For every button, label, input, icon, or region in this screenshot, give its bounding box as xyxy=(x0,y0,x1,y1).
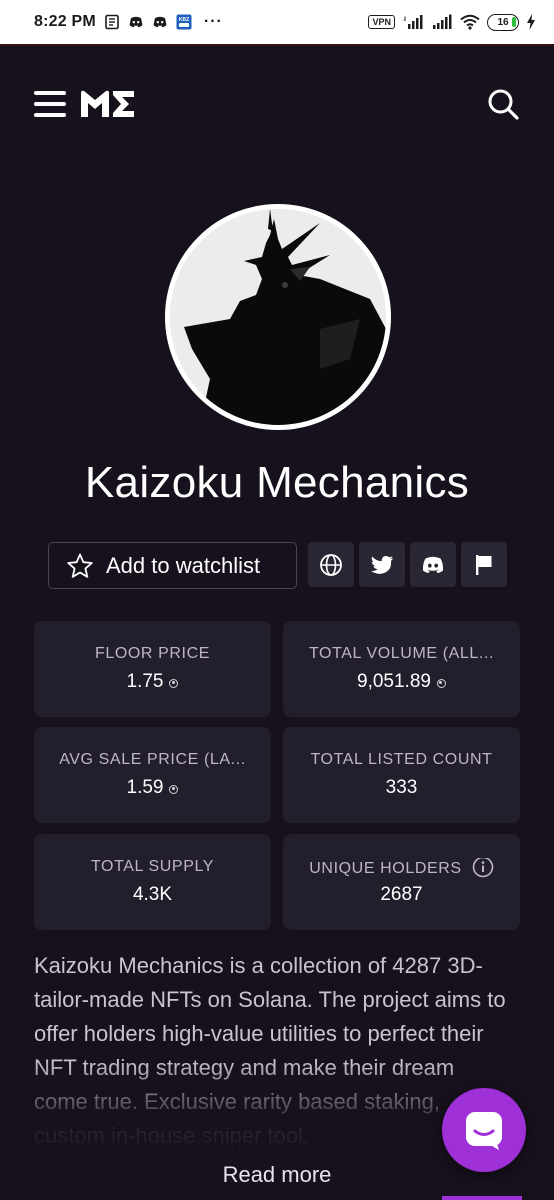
signal-icon xyxy=(431,14,453,30)
battery-level: 16 xyxy=(497,16,509,28)
stat-card-total-listed-count: TOTAL LISTED COUNT 333 xyxy=(283,727,520,823)
watchlist-label: Add to watchlist xyxy=(106,552,261,578)
globe-icon xyxy=(320,553,342,576)
stat-card-avg-sale-price: AVG SALE PRICE (LA... 1.59 xyxy=(34,727,271,823)
stat-label: FLOOR PRICE xyxy=(94,645,211,662)
stat-value: 9,051.89 xyxy=(357,671,431,692)
wifi-icon xyxy=(460,14,480,30)
bottom-accent-bar xyxy=(442,1196,522,1200)
star-icon xyxy=(67,553,93,578)
twitter-button[interactable] xyxy=(359,542,405,587)
stat-value: 4.3K xyxy=(132,884,173,905)
discord-icon xyxy=(152,14,168,30)
stat-label: UNIQUE HOLDERS xyxy=(309,860,462,878)
support-chat-button[interactable] xyxy=(442,1088,526,1172)
discord-icon xyxy=(128,14,144,30)
stat-value: 2687 xyxy=(380,884,423,905)
collection-avatar xyxy=(165,204,391,430)
info-icon[interactable] xyxy=(472,858,494,878)
add-to-watchlist-button[interactable]: Add to watchlist xyxy=(48,542,297,589)
stat-label: TOTAL VOLUME (ALL... xyxy=(308,645,495,662)
stat-label: TOTAL SUPPLY xyxy=(90,858,215,875)
stat-card-unique-holders: UNIQUE HOLDERS 2687 xyxy=(283,834,520,930)
stat-card-total-volume: TOTAL VOLUME (ALL... 9,051.89 xyxy=(283,621,520,717)
top-nav xyxy=(34,80,520,128)
status-bar: 8:22 PM KBZ ··· VPN .ll 16 xyxy=(0,0,554,44)
sol-icon xyxy=(436,678,446,688)
report-button[interactable] xyxy=(461,542,507,587)
stat-card-total-supply: TOTAL SUPPLY 4.3K xyxy=(34,834,271,930)
stat-label-row: UNIQUE HOLDERS xyxy=(283,858,520,880)
svg-text:KBZ: KBZ xyxy=(179,17,189,23)
sol-icon xyxy=(169,784,179,794)
flag-icon xyxy=(476,554,492,575)
document-icon xyxy=(104,14,120,30)
signal-icon: .ll xyxy=(402,14,424,30)
discord-button[interactable] xyxy=(410,542,456,587)
stat-value: 333 xyxy=(385,777,418,798)
magic-eden-logo[interactable] xyxy=(78,88,136,120)
sol-icon xyxy=(169,678,179,688)
stat-label: TOTAL LISTED COUNT xyxy=(310,751,493,768)
stat-label: AVG SALE PRICE (LA... xyxy=(59,751,246,768)
discord-icon xyxy=(422,556,444,573)
status-overflow: ··· xyxy=(203,13,223,30)
stat-card-floor-price: FLOOR PRICE 1.75 xyxy=(34,621,271,717)
vpn-badge: VPN xyxy=(368,15,395,29)
search-icon[interactable] xyxy=(486,87,520,121)
status-time: 8:22 PM xyxy=(34,13,96,30)
kbz-pay-icon: KBZ xyxy=(176,14,192,30)
stat-value: 1.59 xyxy=(126,777,164,798)
stat-value: 1.75 xyxy=(126,671,164,692)
collection-title: Kaizoku Mechanics xyxy=(84,458,470,507)
chat-icon xyxy=(466,1112,502,1150)
charging-icon xyxy=(526,14,536,30)
website-button[interactable] xyxy=(308,542,354,587)
twitter-icon xyxy=(371,555,393,574)
svg-text:.ll: .ll xyxy=(402,17,406,23)
battery-indicator: 16 xyxy=(487,13,519,31)
hamburger-icon[interactable] xyxy=(34,91,66,117)
